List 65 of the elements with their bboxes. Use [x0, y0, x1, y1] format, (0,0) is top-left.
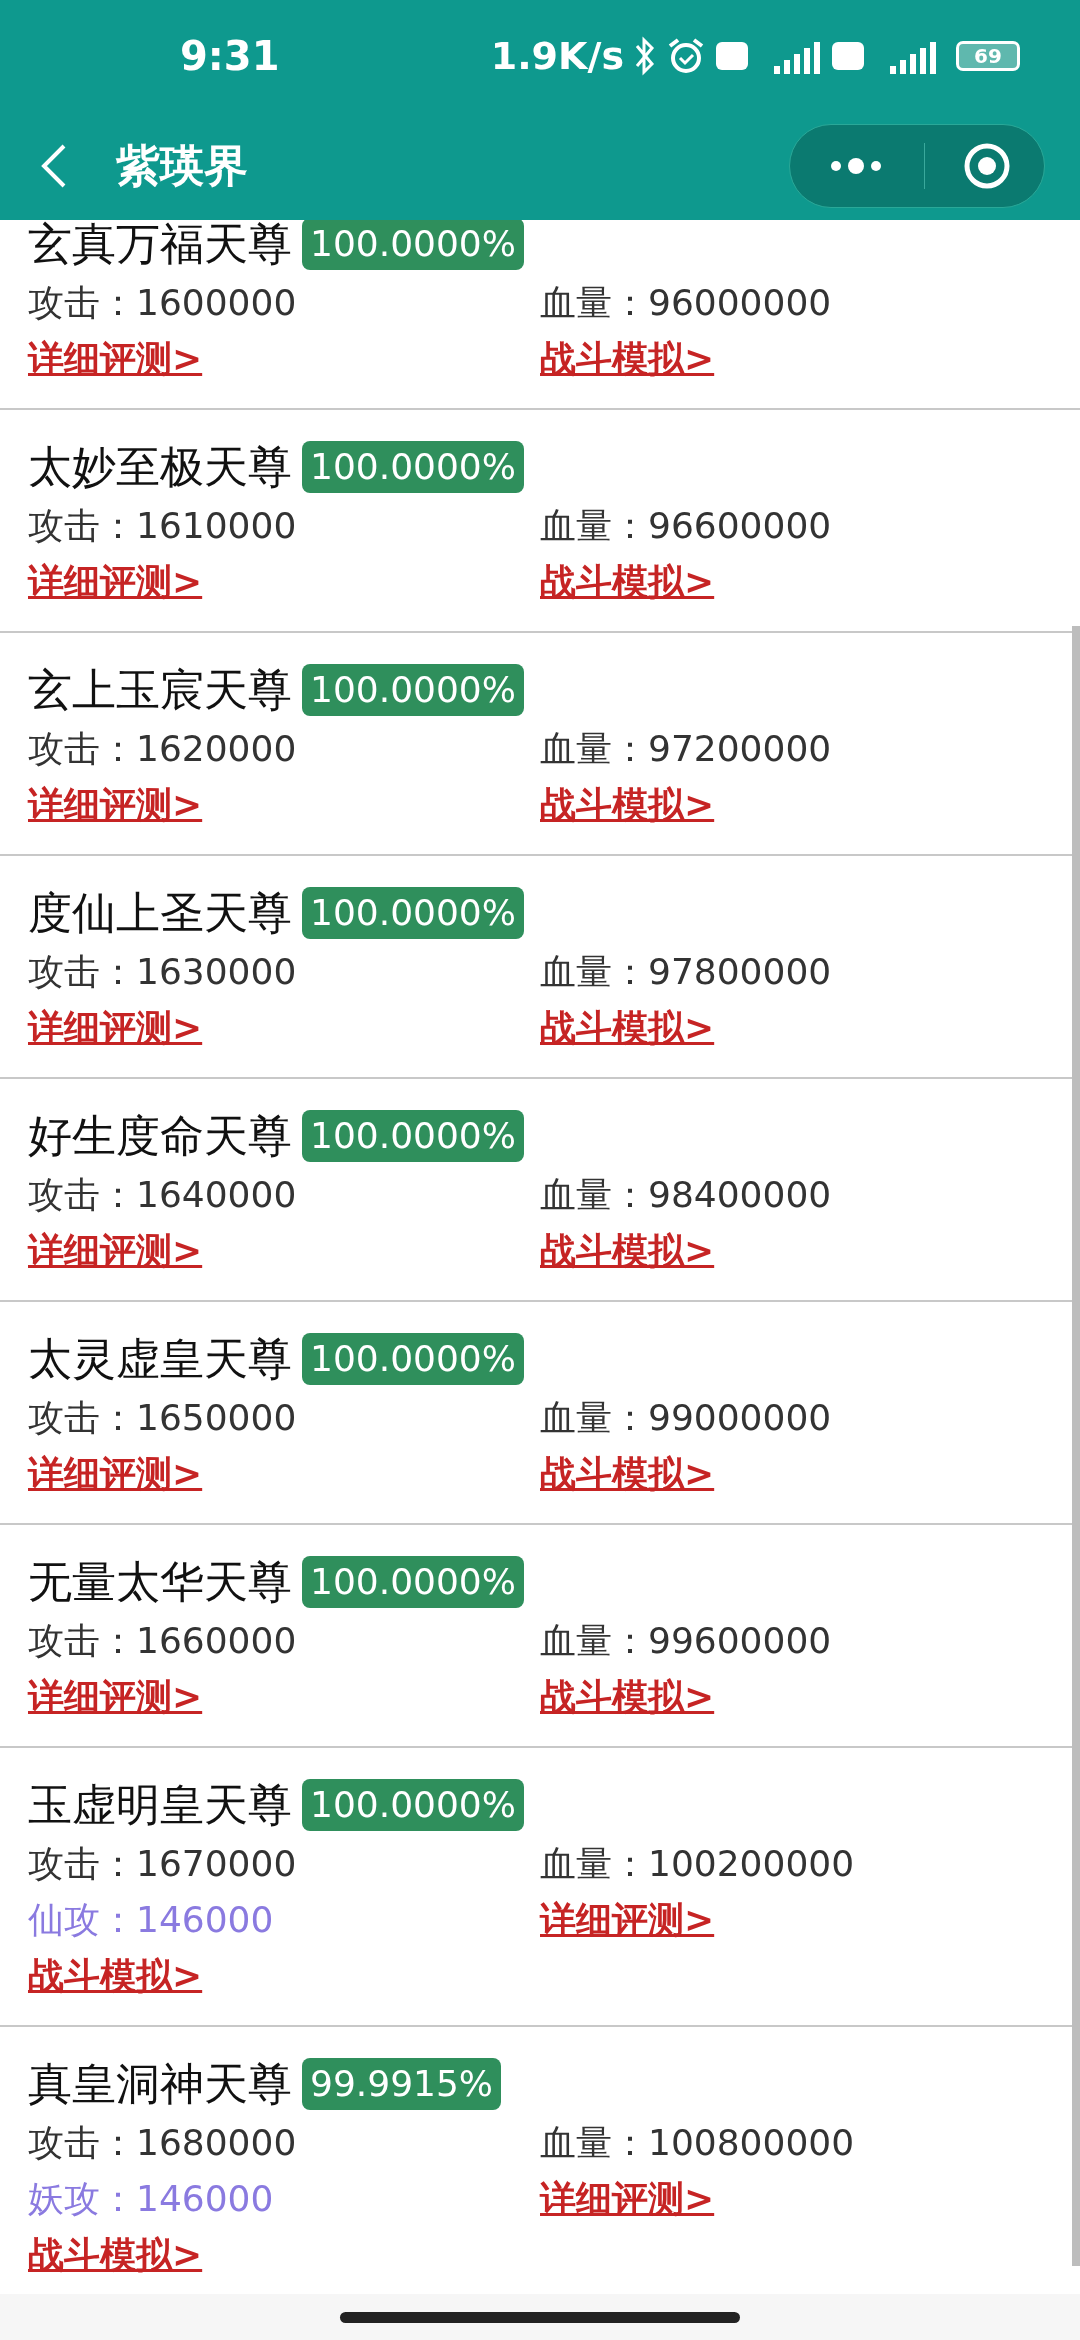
stat-text: 血量：97200000: [540, 727, 833, 771]
text-link[interactable]: 详细评测>: [28, 560, 203, 604]
percent-badge: 100.0000%: [302, 441, 524, 493]
stat-text: 攻击：1680000: [28, 2121, 298, 2165]
character-name: 太灵虚皇天尊: [28, 1332, 292, 1386]
stat-text: 血量：99000000: [540, 1396, 833, 1440]
alarm-icon: [666, 36, 706, 76]
stat-text: 血量：97800000: [540, 950, 833, 994]
text-link[interactable]: 详细评测>: [540, 2177, 715, 2221]
text-link[interactable]: 详细评测>: [28, 1452, 203, 1496]
network-speed: 1.9K/s: [490, 32, 624, 80]
text-link[interactable]: 详细评测>: [28, 337, 203, 381]
stat-text: 攻击：1620000: [28, 727, 298, 771]
stat-text: 血量：98400000: [540, 1173, 833, 1217]
character-name: 玉虚明皇天尊: [28, 1778, 292, 1832]
text-link[interactable]: 详细评测>: [28, 1675, 203, 1719]
text-link[interactable]: 战斗模拟>: [28, 2233, 203, 2277]
percent-badge: 99.9915%: [302, 2058, 502, 2110]
stat-text: 妖攻：146000: [28, 2177, 275, 2221]
percent-badge: 100.0000%: [302, 1333, 524, 1385]
character-name: 度仙上圣天尊: [28, 886, 292, 940]
text-link[interactable]: 战斗模拟>: [540, 783, 715, 827]
text-link[interactable]: 战斗模拟>: [540, 337, 715, 381]
text-link[interactable]: 战斗模拟>: [540, 1006, 715, 1050]
character-name: 玄上玉宸天尊: [28, 663, 292, 717]
text-link[interactable]: 战斗模拟>: [540, 1675, 715, 1719]
percent-badge: 100.0000%: [302, 220, 524, 270]
stat-text: 攻击：1610000: [28, 504, 298, 548]
stat-text: 血量：96600000: [540, 504, 833, 548]
character-name: 无量太华天尊: [28, 1555, 292, 1609]
text-link[interactable]: 详细评测>: [28, 783, 203, 827]
percent-badge: 100.0000%: [302, 664, 524, 716]
stat-text: 血量：100800000: [540, 2121, 856, 2165]
stat-text: 仙攻：146000: [28, 1898, 275, 1942]
text-link[interactable]: 战斗模拟>: [540, 560, 715, 604]
character-name: 太妙至极天尊: [28, 440, 292, 494]
more-icon[interactable]: [828, 156, 884, 176]
text-link[interactable]: 战斗模拟>: [540, 1452, 715, 1496]
stat-text: 攻击：1660000: [28, 1619, 298, 1663]
stat-text: 攻击：1640000: [28, 1173, 298, 1217]
stat-text: 血量：100200000: [540, 1842, 856, 1886]
character-name: 好生度命天尊: [28, 1109, 292, 1163]
percent-badge: 100.0000%: [302, 1556, 524, 1608]
close-icon[interactable]: [963, 142, 1011, 190]
percent-badge: 100.0000%: [302, 1779, 524, 1831]
percent-badge: 100.0000%: [302, 1110, 524, 1162]
bluetooth-icon: [634, 36, 656, 76]
stat-text: 血量：96000000: [540, 281, 833, 325]
stat-text: 攻击：1650000: [28, 1396, 298, 1440]
text-link[interactable]: 详细评测>: [28, 1006, 203, 1050]
status-time: 9:31: [180, 32, 280, 81]
stat-text: 攻击：1630000: [28, 950, 298, 994]
text-link[interactable]: 战斗模拟>: [540, 1229, 715, 1273]
battery-level: 69: [974, 46, 1002, 66]
percent-badge: 100.0000%: [302, 887, 524, 939]
text-link[interactable]: 详细评测>: [28, 1229, 203, 1273]
character-name: 玄真万福天尊: [28, 220, 292, 271]
stat-text: 攻击：1600000: [28, 281, 298, 325]
text-link[interactable]: 详细评测>: [540, 1898, 715, 1942]
stat-text: 血量：99600000: [540, 1619, 833, 1663]
text-link[interactable]: 战斗模拟>: [28, 1954, 203, 1998]
page-title: 紫瑛界: [116, 139, 248, 193]
stat-text: 攻击：1670000: [28, 1842, 298, 1886]
back-icon[interactable]: [40, 142, 68, 190]
character-name: 真皇洞神天尊: [28, 2057, 292, 2111]
